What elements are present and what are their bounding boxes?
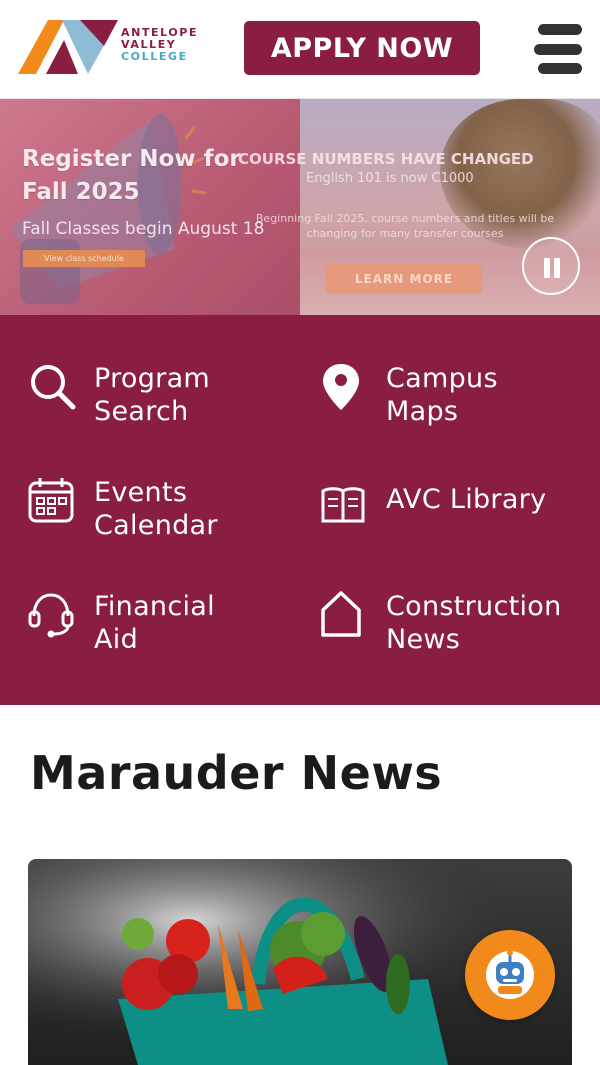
learn-more-button[interactable]: LEARN MORE xyxy=(326,264,482,294)
logo-line-3: COLLEGE xyxy=(121,50,188,63)
calendar-icon xyxy=(28,478,74,523)
quick-link-label: Program Search xyxy=(94,363,211,427)
college-logo[interactable]: ANTELOPE VALLEY COLLEGE xyxy=(18,18,218,78)
quick-link-financial-aid[interactable]: Financial Aid xyxy=(28,590,278,660)
map-pin-icon xyxy=(323,364,359,410)
home-icon xyxy=(321,591,361,637)
pause-icon[interactable] xyxy=(522,237,580,295)
hero-slide2-text: Beginning Fall 2025, course numbers and … xyxy=(255,212,555,240)
quick-link-construction-news[interactable]: Construction News xyxy=(320,590,590,660)
hamburger-menu-icon[interactable] xyxy=(534,24,582,74)
chatbot-button[interactable] xyxy=(465,930,555,1020)
quick-link-campus-maps[interactable]: Campus Maps xyxy=(320,362,580,432)
news-section-title: Marauder News xyxy=(30,746,443,800)
quick-link-label: Financial Aid xyxy=(94,591,215,655)
book-icon xyxy=(321,487,365,523)
logo-mark-icon xyxy=(18,20,118,74)
hero-carousel: Register Now for Fall 2025 Fall Classes … xyxy=(0,99,600,315)
site-header: ANTELOPE VALLEY COLLEGE APPLY NOW xyxy=(0,0,600,99)
quick-link-label: AVC Library xyxy=(386,484,547,515)
quick-link-avc-library[interactable]: AVC Library xyxy=(320,483,580,523)
hero-slide2-title: COURSE NUMBERS HAVE CHANGED xyxy=(238,150,534,168)
logo-text: ANTELOPE VALLEY COLLEGE xyxy=(121,27,198,63)
quick-link-program-search[interactable]: Program Search xyxy=(28,362,278,432)
quick-link-label: Construction News xyxy=(386,591,562,655)
robot-icon xyxy=(486,950,534,999)
headset-icon xyxy=(28,593,74,638)
hero-slide2-subtitle: English 101 is now C1000 xyxy=(306,171,474,186)
quick-link-label: Campus Maps xyxy=(386,363,498,427)
apply-now-button[interactable]: APPLY NOW xyxy=(244,21,480,75)
quick-link-label: Events Calendar xyxy=(94,477,218,541)
view-class-schedule-button[interactable]: View class schedule xyxy=(23,250,145,267)
hero-slide-title: Register Now for Fall 2025 xyxy=(22,146,241,205)
quick-links: Program Search Campus Maps Events Calend… xyxy=(0,315,600,705)
quick-link-events-calendar[interactable]: Events Calendar xyxy=(28,476,278,546)
hero-slide-subtitle: Fall Classes begin August 18 xyxy=(22,219,265,239)
search-icon xyxy=(31,365,76,410)
